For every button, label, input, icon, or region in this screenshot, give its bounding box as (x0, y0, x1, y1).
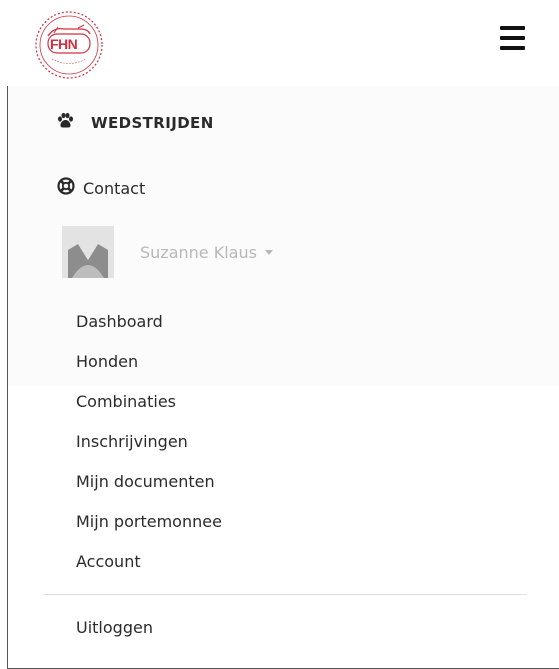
user-dropdown[interactable]: Suzanne Klaus (62, 226, 273, 278)
nav-item-contact[interactable]: Contact (57, 176, 145, 200)
avatar (62, 226, 114, 278)
nav-item-label: WEDSTRIJDEN (91, 114, 214, 132)
submenu-item-dashboard[interactable]: Dashboard (76, 308, 222, 348)
hamburger-menu-button[interactable] (497, 24, 529, 52)
caret-down-icon (264, 249, 273, 255)
paw-icon (56, 112, 74, 134)
header: FHN (0, 0, 559, 86)
submenu-item-combinaties[interactable]: Combinaties (76, 388, 222, 428)
submenu-item-account[interactable]: Account (76, 548, 222, 588)
submenu-item-mijn-portemonnee[interactable]: Mijn portemonnee (76, 508, 222, 548)
logout-link[interactable]: Uitloggen (76, 614, 153, 642)
menu-divider (43, 594, 527, 595)
submenu-item-inschrijvingen[interactable]: Inschrijvingen (76, 428, 222, 468)
user-submenu: Dashboard Honden Combinaties Inschrijvin… (76, 308, 222, 588)
default-avatar-icon (62, 226, 114, 278)
lifebuoy-icon (57, 177, 75, 199)
user-name: Suzanne Klaus (140, 242, 257, 262)
nav-item-wedstrijden[interactable]: WEDSTRIJDEN (56, 110, 214, 136)
logo-text: FHN (50, 36, 78, 52)
submenu-item-mijn-documenten[interactable]: Mijn documenten (76, 468, 222, 508)
nav-item-label: Contact (83, 178, 146, 198)
submenu-item-honden[interactable]: Honden (76, 348, 222, 388)
